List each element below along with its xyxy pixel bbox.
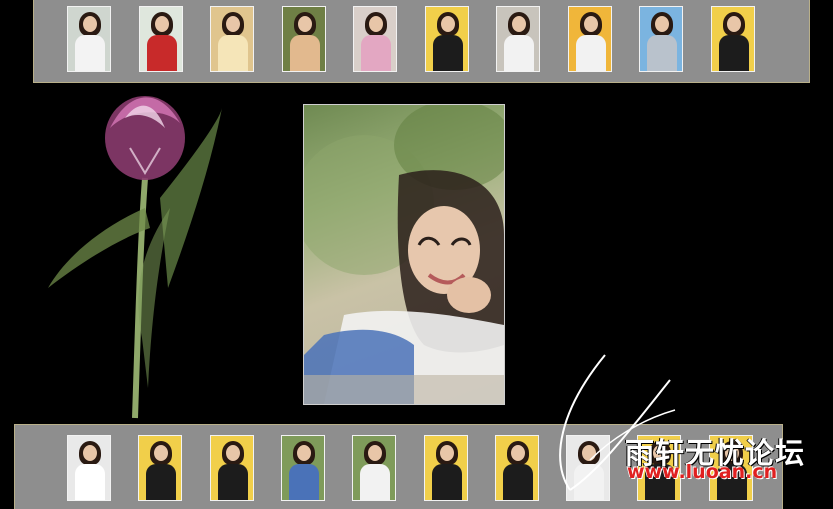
thumb-face-shape bbox=[83, 445, 97, 461]
thumb-face-shape bbox=[226, 16, 240, 32]
thumb-face-shape bbox=[296, 445, 311, 461]
thumb-face-shape bbox=[225, 445, 240, 461]
thumb-4[interactable] bbox=[281, 6, 326, 72]
thumb-12[interactable] bbox=[138, 435, 183, 501]
thumb-outfit-shape bbox=[360, 464, 391, 500]
thumb-outfit-shape bbox=[75, 464, 105, 500]
thumb-face-shape bbox=[439, 445, 454, 461]
thumb-5[interactable] bbox=[353, 6, 397, 72]
thumb-face-shape bbox=[83, 16, 97, 32]
thumb-outfit-shape bbox=[431, 464, 462, 500]
thumb-face-shape bbox=[369, 16, 383, 32]
thumb-outfit-shape bbox=[288, 464, 319, 500]
thumb-face-shape bbox=[297, 16, 312, 32]
thumb-face-shape bbox=[583, 16, 598, 32]
thumb-face-shape bbox=[655, 16, 669, 32]
main-photo-image bbox=[304, 105, 504, 404]
thumb-outfit-shape bbox=[504, 35, 534, 71]
thumb-outfit-shape bbox=[75, 35, 105, 71]
thumb-outfit-shape bbox=[146, 35, 177, 71]
thumb-14[interactable] bbox=[280, 435, 325, 501]
thumb-face-shape bbox=[512, 16, 526, 32]
thumb-8[interactable] bbox=[567, 6, 612, 72]
thumb-face-shape bbox=[154, 16, 169, 32]
thumb-outfit-shape bbox=[718, 35, 749, 71]
thumb-6[interactable] bbox=[424, 6, 469, 72]
watermark-url: www.luoan.cn bbox=[627, 461, 778, 483]
thumb-15[interactable] bbox=[352, 435, 397, 501]
thumb-outfit-shape bbox=[218, 35, 248, 71]
thumb-1[interactable] bbox=[67, 6, 111, 72]
thumb-9[interactable] bbox=[639, 6, 683, 72]
thumb-outfit-shape bbox=[361, 35, 391, 71]
thumb-face-shape bbox=[726, 16, 741, 32]
thumb-face-shape bbox=[440, 16, 455, 32]
thumb-outfit-shape bbox=[502, 464, 533, 500]
thumb-3[interactable] bbox=[210, 6, 254, 72]
tulip-decoration-image bbox=[48, 96, 222, 419]
thumb-16[interactable] bbox=[423, 435, 468, 501]
main-photo[interactable] bbox=[303, 104, 505, 405]
thumb-2[interactable] bbox=[138, 6, 183, 72]
thumb-7[interactable] bbox=[496, 6, 540, 72]
thumb-face-shape bbox=[510, 445, 525, 461]
thumb-outfit-shape bbox=[289, 35, 320, 71]
top-thumbnail-strip bbox=[33, 0, 810, 83]
thumb-10[interactable] bbox=[710, 6, 755, 72]
thumb-13[interactable] bbox=[209, 435, 254, 501]
thumb-outfit-shape bbox=[146, 464, 177, 500]
thumb-outfit-shape bbox=[575, 35, 606, 71]
thumb-outfit-shape bbox=[647, 35, 677, 71]
thumb-11[interactable] bbox=[67, 435, 111, 501]
thumb-outfit-shape bbox=[432, 35, 463, 71]
thumb-outfit-shape bbox=[217, 464, 248, 500]
